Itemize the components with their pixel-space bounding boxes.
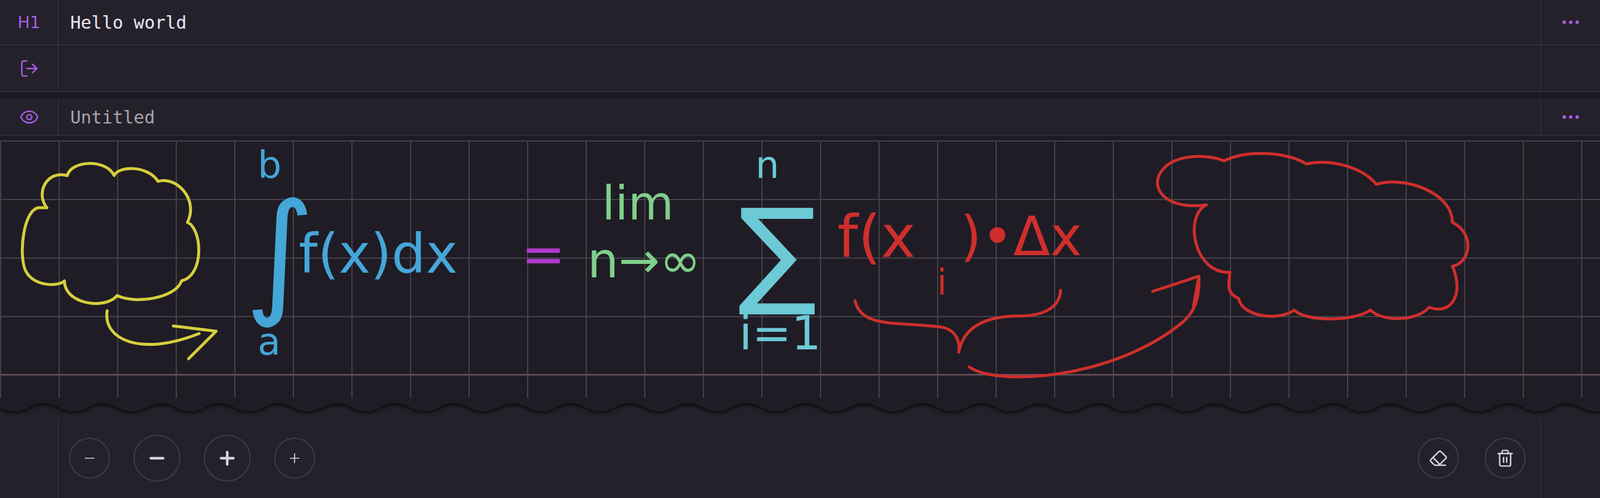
ink-text[interactable]: i=1: [739, 310, 822, 358]
delete-button[interactable]: [1484, 438, 1526, 480]
dot: [1575, 115, 1579, 119]
more-icon[interactable]: [1562, 20, 1579, 25]
ink-text[interactable]: f(x)dx: [298, 227, 458, 282]
row-menu-gutter: [1540, 0, 1600, 45]
minus-small-button[interactable]: [69, 438, 111, 480]
plus-small-button[interactable]: [274, 438, 316, 480]
dot: [1575, 20, 1579, 25]
eye-icon[interactable]: [19, 107, 40, 128]
ink-text[interactable]: a: [257, 323, 281, 361]
row-gutter: [0, 45, 59, 92]
ink-text[interactable]: n: [755, 146, 780, 184]
dot: [1562, 20, 1567, 25]
torn-edge: [0, 398, 1600, 419]
row-menu-gutter: [1540, 98, 1600, 136]
ink-text[interactable]: )•Δx: [960, 210, 1083, 265]
eraser-button[interactable]: [1417, 438, 1459, 480]
minus-icon: [81, 450, 98, 467]
drawing-canvas[interactable]: b∫af(x)dx=limn→∞∑ni=1f(xi)•Δx: [0, 140, 1600, 399]
dot: [1562, 115, 1567, 119]
note-editor: H1Hello worldUntitledb∫af(x)dx=limn→∞∑ni…: [0, 0, 1600, 498]
ink-text[interactable]: n→∞: [587, 236, 702, 286]
ink-text[interactable]: =: [521, 228, 566, 282]
export-row[interactable]: [0, 45, 1600, 92]
plus-large-button[interactable]: [203, 435, 251, 482]
title-row[interactable]: Untitled: [0, 98, 1600, 136]
row-gutter: [0, 98, 59, 136]
toolbar-gutter: [0, 418, 59, 498]
plus-icon: [216, 448, 238, 470]
heading-text[interactable]: Hello world: [58, 0, 1541, 45]
ink-text[interactable]: i: [937, 264, 947, 300]
toolbar-gutter: [1540, 418, 1600, 498]
trash-icon: [1495, 449, 1515, 468]
minus-large-button[interactable]: [133, 435, 181, 482]
dot: [1568, 20, 1573, 25]
block-type-marker[interactable]: H1: [17, 12, 41, 33]
ink-text[interactable]: ∑: [737, 193, 817, 311]
arrow-stroke[interactable]: [106, 310, 217, 360]
ink-text[interactable]: lim: [602, 180, 674, 228]
more-icon[interactable]: [1562, 115, 1579, 119]
canvas-toolbar: [0, 418, 1600, 498]
arrow-stroke[interactable]: [969, 276, 1199, 378]
cloud-stroke[interactable]: [22, 163, 199, 304]
tool-group: [1417, 438, 1526, 480]
row-gutter: H1: [0, 0, 59, 45]
export-icon[interactable]: [19, 58, 40, 79]
ink-text[interactable]: b: [257, 146, 282, 184]
title-text[interactable]: Untitled: [58, 98, 1541, 136]
eraser-icon: [1428, 449, 1448, 468]
dot: [1568, 115, 1573, 119]
heading-row[interactable]: H1 Hello world: [0, 0, 1600, 46]
zoom-group: [69, 435, 316, 482]
cloud-stroke[interactable]: [1157, 153, 1468, 320]
minus-icon: [146, 448, 168, 470]
brace-stroke[interactable]: [855, 290, 1061, 353]
export-text[interactable]: [58, 45, 1541, 92]
row-menu-gutter: [1540, 45, 1600, 92]
ink-text[interactable]: f(x: [837, 207, 916, 267]
toolbar-main: [58, 418, 1541, 498]
plus-icon: [286, 450, 303, 467]
